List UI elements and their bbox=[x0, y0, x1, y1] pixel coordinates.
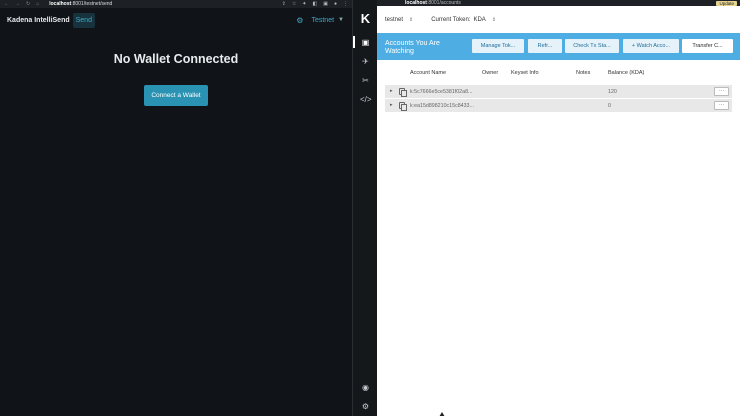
check-tx-status-button[interactable]: Check Tx Sta... bbox=[565, 39, 619, 53]
table-row[interactable]: ▸ k:5c7666e5ce5381f02a8... 120 ··· bbox=[385, 85, 732, 98]
row-menu-button[interactable]: ··· bbox=[714, 87, 729, 96]
gear-icon[interactable]: ⚙ bbox=[296, 16, 303, 25]
network-selector[interactable]: ⚙ Testnet ▼ bbox=[296, 10, 344, 30]
browser-toolbar: ← → ↻ ⌂ localhost:8001/testnet/send ⇪ ☆ … bbox=[0, 0, 352, 8]
column-balance: Balance (KDA) bbox=[608, 70, 645, 76]
copy-icon[interactable] bbox=[399, 88, 407, 97]
wallet-browser-toolbar: localhost:8001/accounts Update bbox=[377, 0, 740, 6]
network-select[interactable]: testnet bbox=[385, 17, 403, 23]
window-icon[interactable]: ▣ bbox=[323, 1, 328, 7]
expand-icon[interactable]: ▸ bbox=[390, 88, 393, 94]
column-owner: Owner bbox=[482, 70, 499, 76]
column-notes: Notes bbox=[576, 70, 591, 76]
connect-wallet-button[interactable]: Connect a Wallet bbox=[144, 85, 208, 106]
kadena-logo[interactable]: K bbox=[359, 12, 372, 26]
transfer-coins-button[interactable]: Transfer C... bbox=[682, 39, 733, 53]
address-bar[interactable]: localhost:8001/testnet/send bbox=[49, 1, 112, 7]
wallet-url-host: localhost bbox=[405, 0, 427, 6]
forward-icon[interactable]: → bbox=[15, 1, 20, 7]
copy-icon[interactable] bbox=[399, 102, 407, 111]
profile-icon[interactable]: ● bbox=[334, 1, 337, 7]
network-label: Testnet bbox=[311, 16, 335, 24]
wallet-url-path: :8001/accounts bbox=[426, 0, 461, 6]
account-balance: 120 bbox=[608, 88, 617, 95]
code-icon[interactable]: </> bbox=[360, 94, 372, 105]
share-icon[interactable]: ⇪ bbox=[282, 1, 286, 7]
back-icon[interactable]: ← bbox=[4, 1, 9, 7]
bookmark-star-icon[interactable]: ☆ bbox=[292, 1, 296, 7]
select-chevron-icon[interactable]: ⇕ bbox=[409, 17, 413, 23]
network-status-icon[interactable]: ◉ bbox=[360, 382, 371, 393]
screen: ← → ↻ ⌂ localhost:8001/testnet/send ⇪ ☆ … bbox=[0, 0, 740, 416]
active-indicator bbox=[353, 36, 355, 48]
account-balance: 0 bbox=[608, 102, 611, 109]
sidebar-icon[interactable]: ◧ bbox=[313, 1, 318, 7]
reload-icon[interactable]: ↻ bbox=[26, 1, 30, 7]
watch-account-button[interactable]: + Watch Acco... bbox=[623, 39, 679, 53]
menu-icon[interactable]: ⋮ bbox=[343, 1, 348, 7]
accounts-banner: Accounts You Are Watching Manage Tok... … bbox=[377, 33, 740, 60]
account-name: k:ea15d898210c15c8433... bbox=[410, 102, 474, 109]
column-account-name: Account Name bbox=[410, 70, 447, 76]
url-path: :8001/testnet/send bbox=[71, 1, 113, 7]
app-brand[interactable]: Kadena IntelliSend bbox=[7, 17, 70, 24]
home-icon[interactable]: ⌂ bbox=[36, 1, 39, 7]
settings-icon[interactable]: ⚙ bbox=[360, 401, 371, 412]
browser-tools: ⇪ ☆ ✦ ◧ ▣ ● ⋮ bbox=[282, 1, 352, 7]
wallet-address-bar[interactable]: localhost:8001/accounts bbox=[405, 0, 461, 6]
accounts-table: Account Name Owner Keyset Info Notes Bal… bbox=[385, 70, 732, 112]
account-name: k:5c7666e5ce5381f02a8... bbox=[410, 88, 473, 95]
browser-nav-buttons: ← → ↻ ⌂ bbox=[0, 1, 39, 7]
table-row[interactable]: ▸ k:ea15d898210c15c8433... 0 ··· bbox=[385, 99, 732, 112]
wallet-app: localhost:8001/accounts Update testnet ⇕… bbox=[377, 0, 740, 416]
refresh-button[interactable]: Refr... bbox=[528, 39, 562, 53]
network-icon[interactable]: ✈ bbox=[360, 56, 371, 67]
table-header: Account Name Owner Keyset Info Notes Bal… bbox=[385, 70, 732, 80]
mouse-cursor bbox=[439, 412, 445, 416]
url-host: localhost bbox=[49, 1, 72, 7]
row-menu-button[interactable]: ··· bbox=[714, 101, 729, 110]
wallet-sidebar: K ▣ ✈ ✂ </> ◉ ⚙ bbox=[352, 0, 377, 416]
token-chevron-icon[interactable]: ⇕ bbox=[492, 17, 496, 23]
nav-send-tab[interactable]: Send bbox=[72, 12, 95, 28]
chevron-down-icon: ▼ bbox=[338, 17, 344, 23]
update-button[interactable]: Update bbox=[716, 0, 737, 6]
tools-icon[interactable]: ✂ bbox=[360, 75, 371, 86]
token-label: Current Token: bbox=[431, 17, 471, 23]
column-keyset-info: Keyset Info bbox=[511, 70, 539, 76]
app-header: Kadena IntelliSend Send ⚙ Testnet ▼ bbox=[0, 10, 352, 30]
manage-tokens-button[interactable]: Manage Tok... bbox=[472, 39, 524, 53]
expand-icon[interactable]: ▸ bbox=[390, 102, 393, 108]
accounts-title: Accounts You Are Watching bbox=[385, 40, 440, 55]
left-browser-window: ← → ↻ ⌂ localhost:8001/testnet/send ⇪ ☆ … bbox=[0, 0, 352, 416]
no-wallet-heading: No Wallet Connected bbox=[113, 52, 239, 66]
wallet-topbar: testnet ⇕ Current Token: KDA ⇕ bbox=[377, 12, 740, 28]
accounts-icon[interactable]: ▣ bbox=[360, 37, 371, 48]
extensions-icon[interactable]: ✦ bbox=[302, 1, 306, 7]
token-select[interactable]: KDA bbox=[473, 17, 485, 23]
